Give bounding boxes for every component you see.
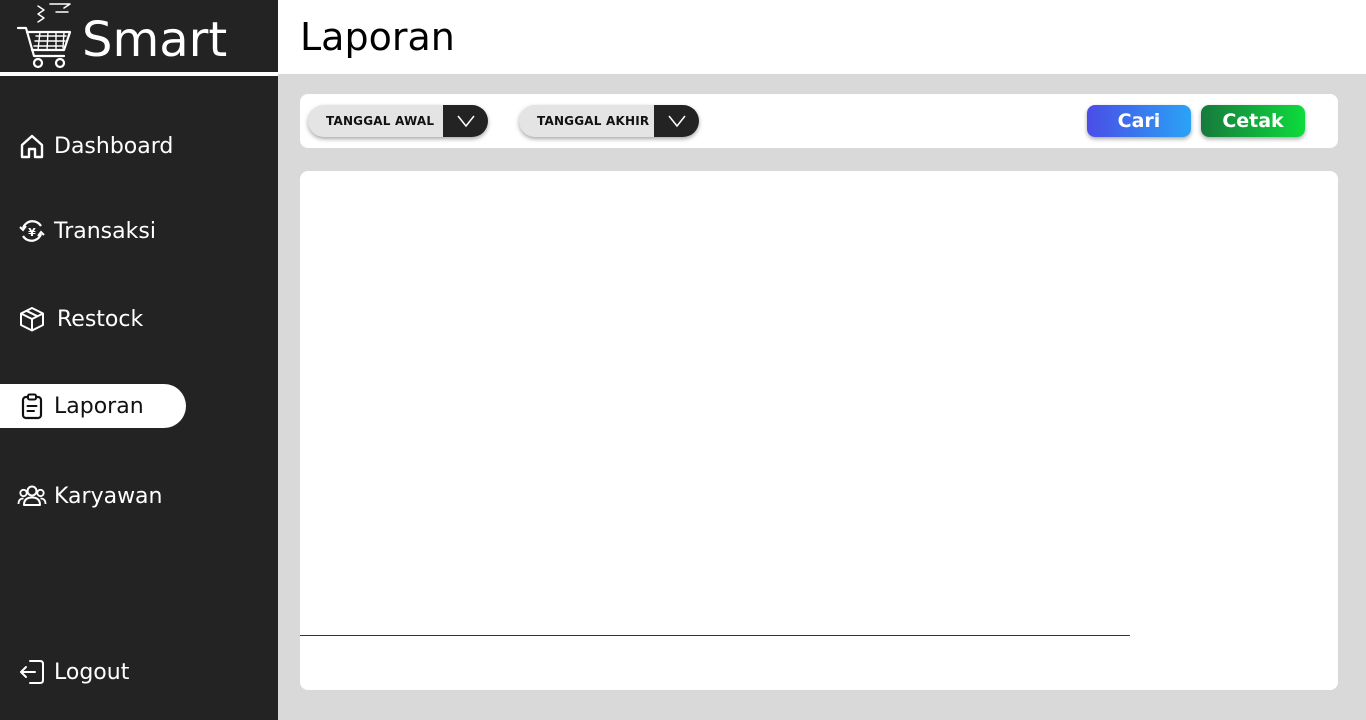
currency-exchange-icon: ¥ <box>17 216 47 246</box>
chevron-down-icon <box>443 105 488 137</box>
chevron-down-icon <box>654 105 699 137</box>
brand-name: Smart <box>82 12 228 68</box>
sidebar-item-restock[interactable]: Restock <box>0 297 143 341</box>
report-panel <box>300 171 1338 690</box>
print-button[interactable]: Cetak <box>1201 105 1305 137</box>
logout-icon <box>17 657 47 687</box>
sidebar-item-label: Dashboard <box>54 133 174 159</box>
svg-text:¥: ¥ <box>28 226 36 239</box>
clipboard-icon <box>17 391 47 421</box>
start-date-label: TANGGAL AWAL <box>326 114 435 128</box>
end-date-select[interactable]: TANGGAL AKHIR <box>519 105 699 137</box>
sidebar-item-label: Restock <box>57 306 144 332</box>
search-button[interactable]: Cari <box>1087 105 1191 137</box>
logout-label: Logout <box>54 659 130 685</box>
package-icon <box>17 304 47 334</box>
header: Laporan <box>278 0 1366 74</box>
sidebar-item-laporan[interactable]: Laporan <box>0 384 186 428</box>
users-icon <box>17 481 47 511</box>
sidebar-item-transaksi[interactable]: ¥ Transaksi <box>0 209 156 253</box>
divider <box>300 635 1130 636</box>
end-date-label: TANGGAL AKHIR <box>537 114 650 128</box>
shopping-cart-icon <box>16 2 74 70</box>
sidebar-item-karyawan[interactable]: Karyawan <box>0 474 163 518</box>
filter-bar: TANGGAL AWAL TANGGAL AKHIR Cari Cetak <box>300 94 1338 148</box>
sidebar-item-label: Laporan <box>54 393 144 419</box>
sidebar-item-label: Karyawan <box>54 483 163 509</box>
logout-button[interactable]: Logout <box>0 650 129 694</box>
page-title: Laporan <box>300 15 455 59</box>
start-date-select[interactable]: TANGGAL AWAL <box>308 105 488 137</box>
home-icon <box>17 131 47 161</box>
brand: Smart <box>0 0 278 76</box>
sidebar-item-dashboard[interactable]: Dashboard <box>0 124 173 168</box>
sidebar: Smart Dashboard ¥ Transaksi Restock Lapo… <box>0 0 278 720</box>
sidebar-item-label: Transaksi <box>54 218 156 244</box>
